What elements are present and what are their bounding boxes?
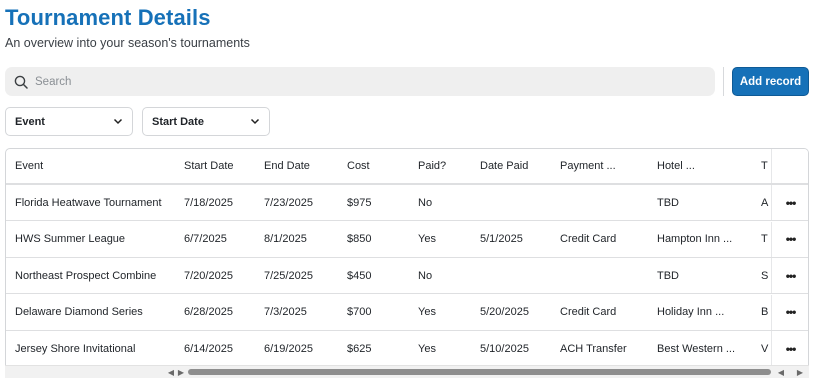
column-header-start-date[interactable]: Start Date xyxy=(184,149,260,183)
column-header-truncated[interactable]: T xyxy=(761,149,769,183)
scroll-right-icon[interactable]: ▶ xyxy=(175,367,187,378)
cell-start-date: 6/7/2025 xyxy=(184,233,227,245)
cell-date-paid: 5/20/2025 xyxy=(480,306,529,318)
cell-payment: Credit Card xyxy=(560,306,617,318)
search-input[interactable] xyxy=(35,75,675,88)
cell-truncated: B xyxy=(761,306,769,318)
cell-cost: $850 xyxy=(347,233,372,245)
cell-date-paid: 5/1/2025 xyxy=(480,233,523,245)
chevron-down-icon xyxy=(250,116,260,128)
cell-cost: $700 xyxy=(347,306,372,318)
cell-start-date: 6/28/2025 xyxy=(184,306,233,318)
cell-paid: Yes xyxy=(418,306,436,318)
column-header-end-date[interactable]: End Date xyxy=(264,149,344,183)
cell-end-date: 6/19/2025 xyxy=(264,342,313,355)
cell-hotel: Hampton Inn ... xyxy=(657,233,733,245)
tournament-table: Event Start Date End Date Cost Paid? Dat… xyxy=(5,148,809,378)
table-row[interactable]: HWS Summer League 6/7/2025 8/1/2025 $850 Yes… xyxy=(6,221,808,258)
scroll-right-end-icon[interactable]: ▶ xyxy=(794,367,806,378)
cell-hotel: Best Western ... xyxy=(657,342,736,355)
cell-payment xyxy=(560,258,654,293)
row-more-actions-icon[interactable]: ••• xyxy=(771,185,808,220)
table-row[interactable]: Florida Heatwave Tournament 7/18/2025 7/23… xyxy=(6,185,808,221)
cell-event: Delaware Diamond Series xyxy=(15,306,143,318)
column-header-paid[interactable]: Paid? xyxy=(418,149,476,183)
chevron-down-icon xyxy=(113,116,123,128)
cell-event: Jersey Shore Invitational xyxy=(15,342,136,355)
cell-start-date: 7/20/2025 xyxy=(184,269,233,282)
page-title: Tournament Details xyxy=(5,5,211,30)
actions-column-header xyxy=(771,149,808,183)
cell-end-date: 7/3/2025 xyxy=(264,306,307,318)
cell-payment: ACH Transfer xyxy=(560,342,627,355)
cell-end-date: 8/1/2025 xyxy=(264,233,307,245)
horizontal-scrollbar[interactable]: ◀ ▶ ◀ ▶ xyxy=(5,365,809,378)
cell-event: Florida Heatwave Tournament xyxy=(15,196,162,209)
cell-paid: Yes xyxy=(418,233,436,245)
table-row[interactable]: Delaware Diamond Series 6/28/2025 7/3/2025… xyxy=(6,294,808,331)
row-more-actions-icon[interactable]: ••• xyxy=(771,258,808,293)
cell-payment: Credit Card xyxy=(560,233,617,245)
row-more-actions-icon[interactable]: ••• xyxy=(771,331,808,366)
table-header-row: Event Start Date End Date Cost Paid? Dat… xyxy=(6,149,808,185)
scrollbar-thumb[interactable] xyxy=(188,369,771,375)
cell-hotel: Holiday Inn ... xyxy=(657,306,725,318)
column-header-cost[interactable]: Cost xyxy=(347,149,415,183)
column-header-payment[interactable]: Payment ... xyxy=(560,149,654,183)
cell-start-date: 6/14/2025 xyxy=(184,342,233,355)
column-header-event[interactable]: Event xyxy=(15,149,180,183)
row-more-actions-icon[interactable]: ••• xyxy=(771,294,808,330)
start-date-filter-dropdown[interactable]: Start Date xyxy=(142,107,270,136)
cell-paid: No xyxy=(418,196,433,209)
page-subtitle: An overview into your season's tournamen… xyxy=(5,36,250,50)
column-header-hotel[interactable]: Hotel ... xyxy=(657,149,757,183)
table-row[interactable]: Jersey Shore Invitational 6/14/2025 6/19/2… xyxy=(6,331,808,367)
cell-event: Northeast Prospect Combine xyxy=(15,269,157,282)
cell-hotel: TBD xyxy=(657,196,679,209)
column-header-date-paid[interactable]: Date Paid xyxy=(480,149,558,183)
scroll-left-end-icon[interactable]: ◀ xyxy=(775,367,787,378)
cell-truncated: S xyxy=(761,269,769,282)
search-icon xyxy=(14,75,28,89)
cell-truncated: V xyxy=(761,342,769,355)
cell-hotel: TBD xyxy=(657,269,679,282)
cell-truncated: A xyxy=(761,196,769,209)
cell-event: HWS Summer League xyxy=(15,233,126,245)
cell-paid: Yes xyxy=(418,342,436,355)
cell-start-date: 7/18/2025 xyxy=(184,196,233,209)
toolbar-divider xyxy=(723,67,724,96)
cell-date-paid: 5/10/2025 xyxy=(480,342,529,355)
table-row[interactable]: Northeast Prospect Combine 7/20/2025 7/25/… xyxy=(6,258,808,294)
cell-cost: $625 xyxy=(347,342,372,355)
cell-end-date: 7/25/2025 xyxy=(264,269,313,282)
add-record-button[interactable]: Add record xyxy=(732,67,809,96)
search-bar[interactable] xyxy=(5,67,715,96)
cell-cost: $450 xyxy=(347,269,372,282)
event-filter-label: Event xyxy=(15,115,45,128)
cell-date-paid xyxy=(480,258,558,293)
event-filter-dropdown[interactable]: Event xyxy=(5,107,133,136)
cell-payment xyxy=(560,185,654,220)
start-date-filter-label: Start Date xyxy=(152,115,204,128)
cell-cost: $975 xyxy=(347,196,372,209)
cell-date-paid xyxy=(480,185,558,220)
cell-end-date: 7/23/2025 xyxy=(264,196,313,209)
row-more-actions-icon[interactable]: ••• xyxy=(771,221,808,257)
cell-paid: No xyxy=(418,269,433,282)
cell-truncated: T xyxy=(761,233,768,245)
